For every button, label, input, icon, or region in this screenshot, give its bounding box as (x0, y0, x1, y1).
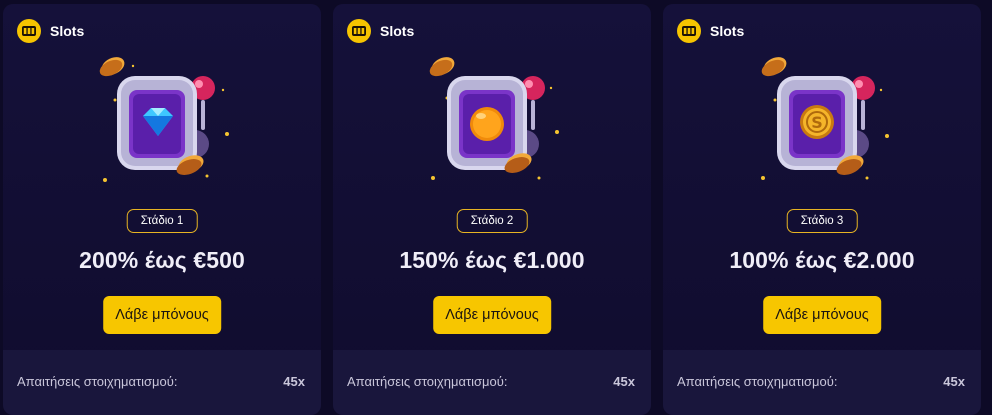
wagering-value: 45x (613, 374, 635, 389)
wagering-value: 45x (283, 374, 305, 389)
bonus-offer: 200% έως €500 (79, 247, 245, 273)
wagering-requirements: Απαιτήσεις στοιχηματισμού: 45x (3, 350, 321, 415)
wagering-requirements: Απαιτήσεις στοιχηματισμού: 45x (333, 350, 651, 415)
stage-badge: Στάδιο 3 (786, 209, 858, 233)
stage-badge: Στάδιο 2 (456, 209, 528, 233)
claim-bonus-button[interactable]: Λάβε μπόνους (103, 296, 221, 334)
wagering-label: Απαιτήσεις στοιχηματισμού: (347, 374, 508, 389)
stage-badge: Στάδιο 1 (126, 209, 198, 233)
category-label: Slots (710, 23, 745, 39)
bonus-card-stage-2: Slots Στάδιο 2 150% έως €1.000 Λάβε μπόν… (333, 4, 651, 415)
wagering-label: Απαιτήσεις στοιχηματισμού: (677, 374, 838, 389)
bonus-offer: 100% έως €2.000 (729, 247, 915, 273)
card-header: Slots (17, 19, 84, 43)
slot-machine-orange-illustration (425, 52, 565, 192)
slot-machine-diamond-illustration (95, 52, 235, 192)
bonus-card-stage-1: Slots Στάδιο 1 200% έως €500 Λάβε μπόνου… (3, 4, 321, 415)
bonus-cards: Slots Στάδιο 1 200% έως €500 Λάβε μπόνου… (0, 0, 992, 415)
bonus-card-stage-3: Slots S Στάδιο 3 100% έως €2.000 Λάβε μπ… (663, 4, 981, 415)
claim-bonus-button[interactable]: Λάβε μπόνους (433, 296, 551, 334)
bonus-offer: 150% έως €1.000 (399, 247, 585, 273)
card-header: Slots (347, 19, 414, 43)
slot-machine-icon (347, 19, 371, 43)
wagering-value: 45x (943, 374, 965, 389)
category-label: Slots (380, 23, 415, 39)
claim-bonus-button[interactable]: Λάβε μπόνους (763, 296, 881, 334)
slot-machine-coin-illustration: S (755, 52, 895, 192)
slot-machine-icon (17, 19, 41, 43)
svg-text:S: S (811, 113, 823, 132)
card-header: Slots (677, 19, 744, 43)
wagering-label: Απαιτήσεις στοιχηματισμού: (17, 374, 178, 389)
category-label: Slots (50, 23, 85, 39)
wagering-requirements: Απαιτήσεις στοιχηματισμού: 45x (663, 350, 981, 415)
slot-machine-icon (677, 19, 701, 43)
